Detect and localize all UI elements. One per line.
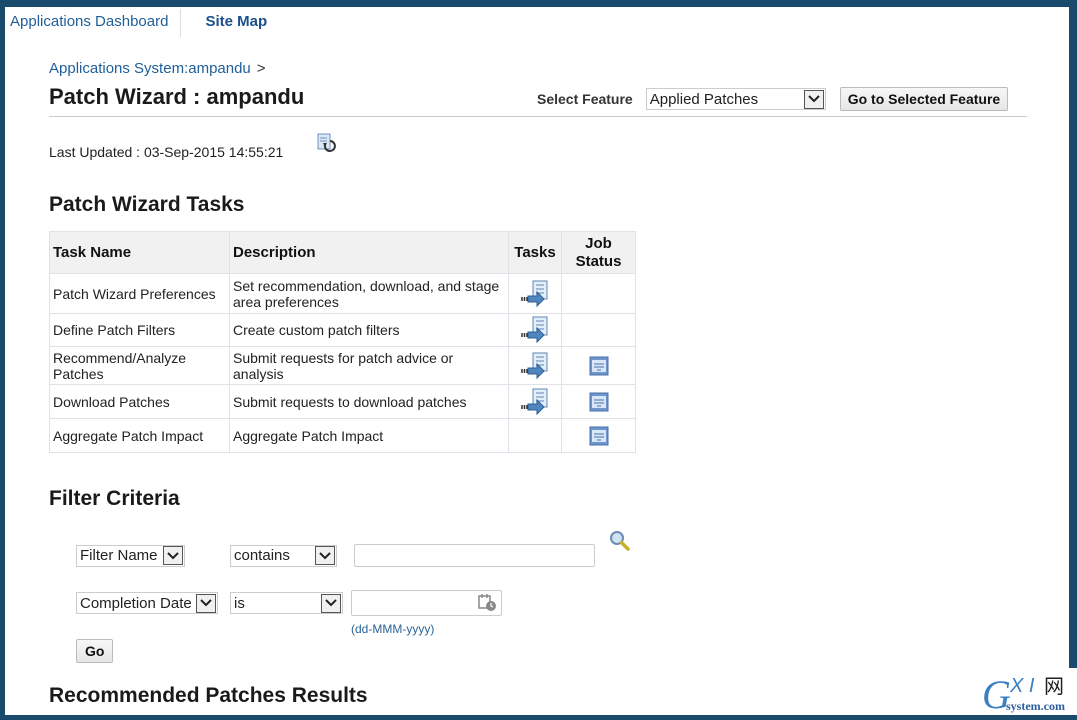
task-action-cell [508,418,562,453]
task-name: Download Patches [49,384,230,419]
breadcrumb-applications-system[interactable]: Applications System:ampandu [49,60,251,77]
breadcrumb-separator: > [256,60,266,77]
tasks-table-header: Task Name Description Tasks Job Status [49,231,636,274]
task-name: Recommend/Analyze Patches [49,346,230,385]
filter-row-1: Filter Name contains [76,544,595,567]
task-launch-icon[interactable] [520,315,550,345]
svg-text:X I: X I [1009,675,1035,697]
patch-wizard-tasks-heading: Patch Wizard Tasks [49,193,245,216]
job-status-cell [561,384,636,419]
task-action-cell [508,346,562,385]
feature-selector: Select Feature Applied Patches Go to Sel… [537,87,1009,111]
applications-dashboard-link[interactable]: Applications Dashboard [5,7,180,30]
task-name: Define Patch Filters [49,313,230,347]
search-icon[interactable] [609,530,631,552]
job-status-cell [561,418,636,453]
svg-text:system.com: system.com [1006,699,1065,713]
job-status-icon[interactable] [589,356,609,376]
watermark-logo: G X I 网 system.com [980,668,1077,717]
task-action-cell [508,313,562,347]
column-description: Description [229,231,509,274]
task-launch-icon[interactable] [520,279,550,309]
page-title: Patch Wizard : ampandu [49,84,305,109]
task-row: Define Patch Filters Create custom patch … [49,313,636,347]
task-row: Download Patches Submit requests to downl… [49,384,636,419]
job-status-cell [561,273,636,314]
top-navigation: Applications Dashboard Site Map [5,7,267,41]
feature-select[interactable]: Applied Patches [645,88,826,110]
chevron-down-icon[interactable] [803,89,824,109]
title-divider [49,116,1027,117]
task-row: Aggregate Patch Impact Aggregate Patch Im… [49,418,636,453]
job-status-cell [561,313,636,347]
calendar-icon[interactable] [477,592,497,612]
task-name: Patch Wizard Preferences [49,273,230,314]
task-name: Aggregate Patch Impact [49,418,230,453]
date-format-hint: (dd-MMM-yyyy) [351,622,435,636]
chevron-down-icon[interactable] [321,593,341,613]
last-updated-text: Last Updated : 03-Sep-2015 14:55:21 [49,144,284,160]
task-description: Set recommendation, download, and stage … [229,273,509,314]
chevron-down-icon[interactable] [163,546,183,565]
task-description: Submit requests for patch advice or anal… [229,346,509,385]
breadcrumb: Applications System:ampandu > [49,60,266,77]
go-to-selected-feature-button[interactable]: Go to Selected Feature [839,87,1009,111]
job-status-icon[interactable] [589,392,609,412]
filter-value-input-1[interactable] [354,544,595,567]
chevron-down-icon[interactable] [315,546,335,565]
task-action-cell [508,273,562,314]
task-row: Patch Wizard Preferences Set recommendati… [49,273,636,314]
task-launch-icon[interactable] [520,387,550,417]
job-status-cell [561,346,636,385]
page-frame: Applications Dashboard Site Map Applicat… [5,7,1069,715]
filter-operator-select-1[interactable]: contains [230,544,337,567]
column-task-name: Task Name [49,231,230,274]
recommended-patches-results-heading: Recommended Patches Results [49,684,368,707]
task-description: Submit requests to download patches [229,384,509,419]
svg-text:网: 网 [1044,674,1064,698]
column-tasks: Tasks [508,231,562,274]
job-status-icon[interactable] [589,426,609,446]
refresh-icon[interactable] [316,133,338,155]
tasks-table: Task Name Description Tasks Job Status Pa… [49,231,636,453]
column-job-status: Job Status [561,231,636,274]
site-map-link[interactable]: Site Map [181,7,267,30]
task-action-cell [508,384,562,419]
filter-field-select-1[interactable]: Filter Name [76,544,185,567]
task-launch-icon[interactable] [520,351,550,381]
select-feature-label: Select Feature [537,91,633,107]
filter-criteria-heading: Filter Criteria [49,487,180,510]
feature-select-value: Applied Patches [649,90,759,108]
filter-operator-select-2[interactable]: is [230,592,343,614]
filter-field-select-2[interactable]: Completion Date [76,592,218,614]
task-description: Aggregate Patch Impact [229,418,509,453]
chevron-down-icon[interactable] [196,593,216,613]
go-button[interactable]: Go [76,639,114,663]
task-description: Create custom patch filters [229,313,509,347]
filter-row-2: Completion Date is [76,590,502,616]
task-row: Recommend/Analyze Patches Submit requests… [49,346,636,385]
